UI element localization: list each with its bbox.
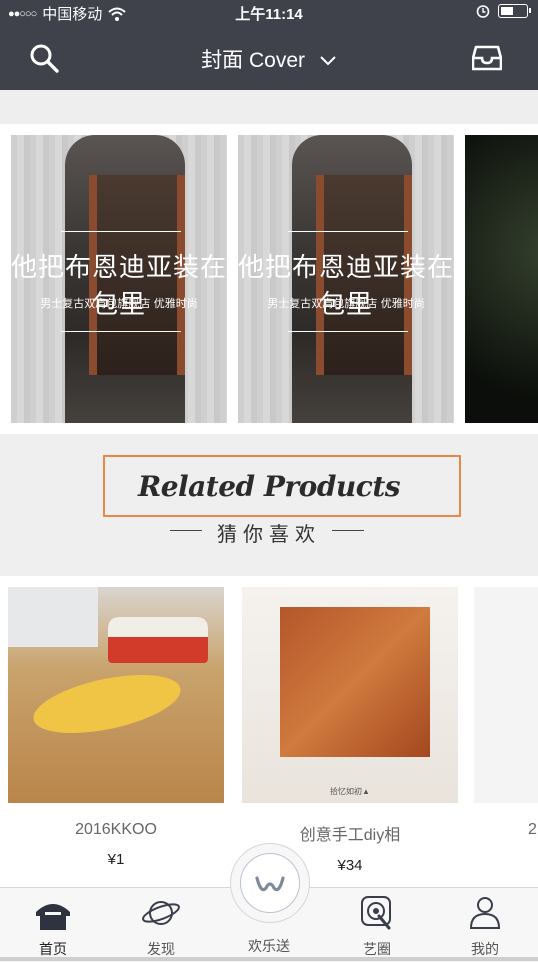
product-card[interactable]: 2 xyxy=(474,587,538,839)
chevron-down-icon xyxy=(320,56,336,66)
divider xyxy=(332,530,364,531)
product-image xyxy=(474,587,538,803)
divider xyxy=(61,331,181,332)
battery-icon xyxy=(498,4,531,18)
bottom-edge xyxy=(0,957,538,961)
product-name: 2 xyxy=(528,821,537,838)
product-list[interactable]: 2016KKOO ¥1 拾忆如初▲ 创意手工diy相 ¥34 2 xyxy=(0,576,538,886)
divider xyxy=(288,331,408,332)
banner-carousel[interactable]: 他把布恩迪亚装在包里 男士复古双肩包旗舰店 优雅时尚 他把布恩迪亚装在包里 男士… xyxy=(0,124,538,434)
tab-label: 我的 xyxy=(471,941,499,957)
top-strip xyxy=(0,90,538,124)
banner-card[interactable]: 他把布恩迪亚装在包里 男士复古双肩包旗舰店 优雅时尚 xyxy=(238,135,454,423)
product-card[interactable]: 拾忆如初▲ 创意手工diy相 ¥34 xyxy=(242,587,458,874)
banner-card[interactable]: 他把布恩迪亚装在包里 男士复古双肩包旗舰店 优雅时尚 xyxy=(11,135,227,423)
inbox-icon[interactable] xyxy=(472,44,502,72)
product-price: ¥1 xyxy=(107,851,125,868)
banner-subtitle: 男士复古双肩包旗舰店 优雅时尚 xyxy=(40,297,198,310)
product-image xyxy=(8,587,224,803)
profile-icon xyxy=(469,897,501,929)
center-action-button[interactable] xyxy=(230,843,310,923)
target-icon xyxy=(361,896,391,930)
w-logo-icon xyxy=(240,853,300,913)
section-heading: Related Products xyxy=(137,470,401,503)
product-image: 拾忆如初▲ xyxy=(242,587,458,803)
tab-me[interactable]: 我的 xyxy=(445,894,525,959)
tab-label: 发现 xyxy=(147,941,175,957)
clock: 上午11:14 xyxy=(235,6,303,23)
product-card[interactable]: 2016KKOO ¥1 xyxy=(8,587,224,868)
page-title: 封面 Cover xyxy=(201,49,305,72)
alarm-icon xyxy=(476,5,490,18)
status-bar: ●●○○○ 中国移动 上午11:14 xyxy=(0,0,538,24)
tab-label: 欢乐送 xyxy=(248,938,290,954)
product-name: 创意手工diy相 xyxy=(299,827,401,844)
banner-subtitle: 男士复古双肩包旗舰店 优雅时尚 xyxy=(267,297,425,310)
planet-icon xyxy=(142,901,180,925)
tab-label: 首页 xyxy=(39,941,67,957)
page-title-dropdown[interactable]: 封面 Cover xyxy=(0,44,538,74)
tab-discover[interactable]: 发现 xyxy=(121,894,201,959)
navigation-bar: 封面 Cover xyxy=(0,24,538,90)
related-products-section: Related Products 猜你喜欢 xyxy=(0,434,538,576)
banner-card-basketball[interactable] xyxy=(465,135,538,423)
product-image-caption: 拾忆如初▲ xyxy=(330,787,370,796)
home-icon xyxy=(36,904,70,930)
product-name: 2016KKOO xyxy=(75,821,157,838)
status-icons xyxy=(476,4,531,18)
divider xyxy=(61,231,181,232)
divider xyxy=(288,231,408,232)
tab-label: 艺圈 xyxy=(363,941,391,957)
tab-art-circle[interactable]: 艺圈 xyxy=(337,894,417,959)
section-subheading: 猜你喜欢 xyxy=(217,524,321,546)
tab-home[interactable]: 首页 xyxy=(13,894,93,959)
